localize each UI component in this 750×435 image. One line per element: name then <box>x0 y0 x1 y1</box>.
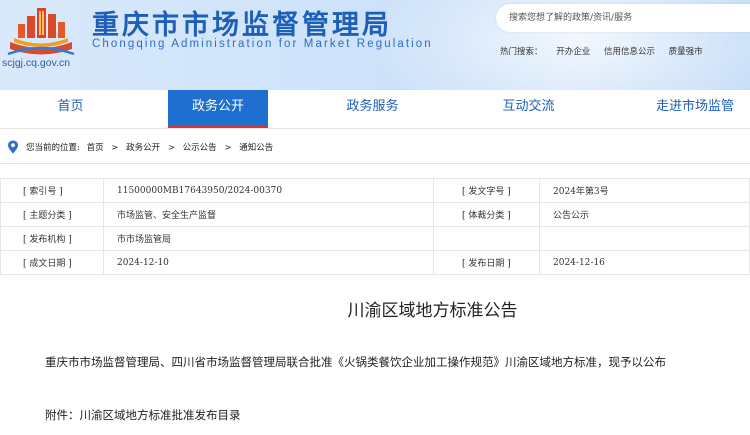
article-paragraph: 重庆市市场监督管理局、四川省市场监督管理局联合批准《火锅类餐饮企业加工操作规范》… <box>45 355 666 369</box>
breadcrumb-item-government-affairs[interactable]: 政务公开 <box>126 143 160 153</box>
meta-value-empty <box>539 226 750 251</box>
table-row: [ 成文日期 ] 2024-12-10 [ 发布日期 ] 2024-12-16 <box>0 250 750 275</box>
breadcrumb: 您当前的位置: 首页 > 政务公开 > 公示公告 > 通知公告 <box>0 128 750 164</box>
breadcrumb-item-announcements[interactable]: 公示公告 <box>183 143 217 153</box>
hot-search-link-quality[interactable]: 质量强市 <box>669 47 703 57</box>
breadcrumb-separator: > <box>167 143 175 153</box>
meta-label-topic: [ 主题分类 ] <box>0 202 104 227</box>
breadcrumb-trail: 您当前的位置: 首页 > 政务公开 > 公示公告 > 通知公告 <box>26 141 273 153</box>
meta-value-publisher: 市市场监管局 <box>103 226 434 251</box>
hot-search-link-kaiban[interactable]: 开办企业 <box>556 47 590 57</box>
nav-item-government-affairs[interactable]: 政务公开 <box>168 90 268 128</box>
chongqing-emblem-icon[interactable] <box>4 2 78 58</box>
meta-label-doc-no: [ 发文字号 ] <box>433 178 540 203</box>
site-name-en: Chongqing Administration for Market Regu… <box>92 38 433 50</box>
meta-value-genre: 公告公示 <box>539 202 750 227</box>
nav-item-about-market-regulation[interactable]: 走进市场监管 <box>640 90 750 128</box>
meta-value-doc-no: 2024年第3号 <box>539 178 750 203</box>
meta-label-index-no: [ 索引号 ] <box>0 178 104 203</box>
table-row: [ 发布机构 ] 市市场监管局 <box>0 226 750 251</box>
meta-label-empty <box>433 226 540 251</box>
meta-label-publish-date: [ 发布日期 ] <box>433 250 540 275</box>
main-nav: 首页 政务公开 政务服务 互动交流 走进市场监管 <box>0 90 750 128</box>
breadcrumb-separator: > <box>224 143 232 153</box>
table-row: [ 主题分类 ] 市场监管、安全生产监督 [ 体裁分类 ] 公告公示 <box>0 202 750 227</box>
site-header: 重庆市市场监督管理局 Chongqing Administration for … <box>0 0 750 90</box>
hot-search-link-credit[interactable]: 信用信息公示 <box>604 47 655 57</box>
hot-search: 热门搜索： 开办企业 信用信息公示 质量强市 <box>500 45 714 57</box>
article-title: 川渝区域地方标准公告 <box>347 301 518 321</box>
breadcrumb-prefix: 您当前的位置: <box>26 143 80 153</box>
meta-value-publish-date: 2024-12-16 <box>539 250 750 275</box>
meta-value-written-date: 2024-12-10 <box>103 250 434 275</box>
meta-value-topic: 市场监管、安全生产监督 <box>103 202 434 227</box>
breadcrumb-item-notices[interactable]: 通知公告 <box>239 143 273 153</box>
search-box <box>496 4 750 32</box>
breadcrumb-item-home[interactable]: 首页 <box>87 143 104 153</box>
search-input[interactable] <box>496 4 736 32</box>
meta-value-index-no: 11500000MB17643950/2024-00370 <box>103 178 434 203</box>
document-meta-table: [ 索引号 ] 11500000MB17643950/2024-00370 [ … <box>0 178 750 275</box>
table-row: [ 索引号 ] 11500000MB17643950/2024-00370 [ … <box>0 178 750 203</box>
breadcrumb-separator: > <box>111 143 119 153</box>
site-domain: scjgj.cq.gov.cn <box>2 57 71 69</box>
nav-item-home[interactable]: 首页 <box>18 90 123 128</box>
meta-label-written-date: [ 成文日期 ] <box>0 250 104 275</box>
nav-item-government-services[interactable]: 政务服务 <box>320 90 425 128</box>
site-name[interactable]: 重庆市市场监督管理局 <box>92 3 392 42</box>
location-pin-icon <box>8 140 18 154</box>
attachment-link[interactable]: 附件：川渝区域地方标准批准发布目录 <box>45 407 241 423</box>
meta-label-publisher: [ 发布机构 ] <box>0 226 104 251</box>
hot-search-label: 热门搜索： <box>500 47 543 57</box>
nav-item-interaction[interactable]: 互动交流 <box>476 90 581 128</box>
meta-label-genre: [ 体裁分类 ] <box>433 202 540 227</box>
